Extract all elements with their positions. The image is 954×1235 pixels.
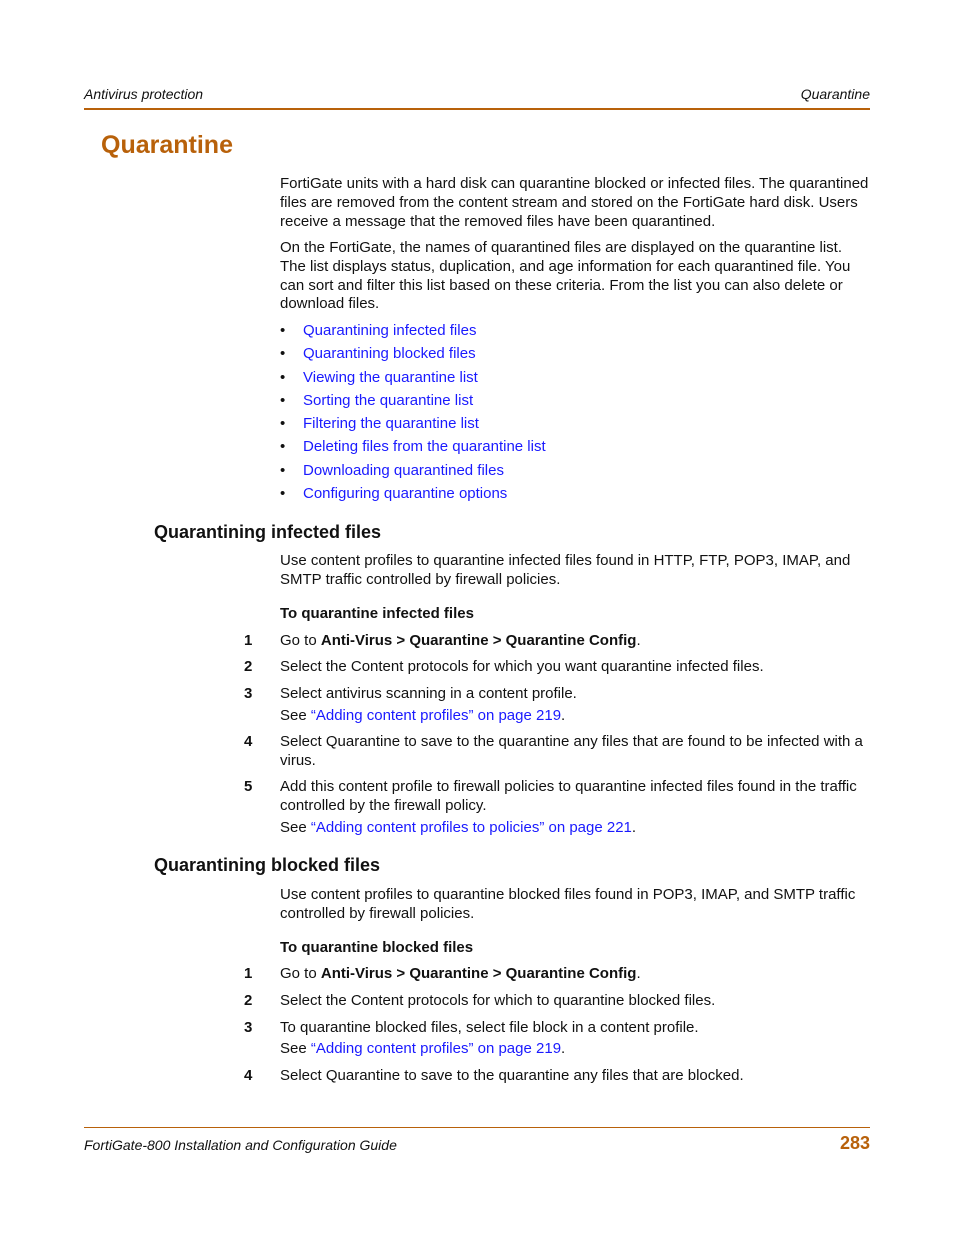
step-item: 4 Select Quarantine to save to the quara… — [244, 1067, 870, 1086]
toc-link-quarantining-blocked[interactable]: Quarantining blocked files — [303, 343, 476, 366]
see-label: See — [280, 818, 311, 836]
step-item: 1 Go to Anti-Virus > Quarantine > Quaran… — [244, 965, 870, 984]
step-number: 2 — [244, 992, 253, 1009]
step-punct: . — [561, 1039, 566, 1057]
procedure-heading-infected: To quarantine infected files — [280, 605, 474, 622]
step-text: Select Quarantine to save to the quarant… — [280, 733, 863, 769]
step-text: Select Quarantine to save to the quarant… — [280, 1067, 744, 1084]
step-number: 1 — [244, 965, 253, 982]
xref-link-adding-content-profiles[interactable]: “Adding content profiles” on page 219 — [311, 1040, 561, 1057]
step-punct: . — [636, 632, 641, 649]
bullet-icon: • — [280, 415, 286, 433]
bullet-icon: • — [280, 322, 286, 339]
step-punct: . — [631, 818, 637, 836]
toc-item: • Deleting files from the quarantine list — [280, 436, 546, 459]
toc-item: • Quarantining blocked files — [280, 343, 546, 366]
header-rule — [84, 108, 870, 110]
step-number: 2 — [244, 658, 253, 675]
step-number: 5 — [244, 778, 253, 795]
footer-rule — [84, 1127, 870, 1128]
toc-link-quarantining-infected[interactable]: Quarantining infected files — [303, 320, 476, 343]
procedure-heading-blocked: To quarantine blocked files — [280, 939, 474, 956]
menu-path: Anti-Virus > Quarantine > Quarantine Con… — [320, 632, 637, 649]
toc-item: • Downloading quarantined files — [280, 460, 546, 483]
page-title: Quarantine — [101, 131, 233, 159]
step-item: 3 Select antivirus scanning in a content… — [244, 685, 870, 726]
step-text: Select the Content protocols for which t… — [280, 992, 716, 1009]
step-item: 3 To quarantine blocked files, select fi… — [244, 1019, 870, 1059]
section-heading-blocked: Quarantining blocked files — [154, 855, 381, 875]
step-item: 2 Select the Content protocols for which… — [244, 992, 870, 1011]
toc-item: • Configuring quarantine options — [280, 483, 546, 506]
toc-item: • Sorting the quarantine list — [280, 390, 546, 413]
toc-item: • Quarantining infected files — [280, 320, 546, 343]
step-text: Go to — [280, 632, 321, 649]
toc-item: • Filtering the quarantine list — [280, 413, 546, 436]
menu-path: Anti-Virus > Quarantine > Quarantine Con… — [320, 965, 637, 982]
step-punct: . — [561, 706, 566, 724]
section-heading-infected: Quarantining infected files — [154, 522, 382, 542]
toc-link-configuring-options[interactable]: Configuring quarantine options — [303, 483, 507, 506]
toc-item: • Viewing the quarantine list — [280, 367, 546, 390]
intro-paragraph-2: On the FortiGate, the names of quarantin… — [280, 239, 851, 313]
bullet-icon: • — [280, 345, 286, 363]
toc-link-filtering-list[interactable]: Filtering the quarantine list — [303, 413, 479, 436]
step-number: 4 — [244, 1067, 253, 1084]
running-header-chapter: Antivirus protection — [84, 86, 204, 102]
see-label: See — [280, 706, 311, 724]
section-blocked-paragraph: Use content profiles to quarantine block… — [280, 886, 856, 922]
step-item: 2 Select the Content protocols for which… — [244, 658, 870, 677]
xref-link-adding-profiles-to-policies[interactable]: “Adding content profiles to policies” on… — [311, 819, 632, 836]
toc-link-sorting-list[interactable]: Sorting the quarantine list — [303, 390, 473, 413]
intro-paragraph-1: FortiGate units with a hard disk can qua… — [280, 175, 869, 230]
running-header-section: Quarantine — [800, 86, 870, 102]
step-number: 1 — [244, 632, 253, 649]
step-text: Add this content profile to firewall pol… — [280, 778, 857, 814]
step-item: 1 Go to Anti-Virus > Quarantine > Quaran… — [244, 632, 870, 651]
step-number: 3 — [244, 685, 253, 702]
step-number: 4 — [244, 733, 253, 750]
bullet-icon: • — [280, 438, 286, 456]
step-punct: . — [636, 965, 641, 982]
step-text: Select antivirus scanning in a content p… — [280, 685, 577, 702]
footer-guide-title: FortiGate-800 Installation and Configura… — [84, 1137, 397, 1153]
page-number: 283 — [839, 1133, 870, 1153]
bullet-icon: • — [280, 368, 286, 386]
toc-list: • Quarantining infected files • Quarantini… — [280, 320, 546, 506]
see-label: See — [280, 1039, 311, 1057]
step-item: 4 Select Quarantine to save to the quara… — [244, 733, 870, 771]
step-item: 5 Add this content profile to firewall p… — [244, 778, 870, 837]
bullet-icon: • — [280, 391, 286, 409]
xref-link-adding-content-profiles[interactable]: “Adding content profiles” on page 219 — [311, 707, 561, 724]
step-number: 3 — [244, 1019, 253, 1036]
section-infected-paragraph: Use content profiles to quarantine infec… — [280, 552, 851, 588]
bullet-icon: • — [280, 461, 286, 479]
bullet-icon: • — [280, 485, 286, 503]
toc-link-deleting-files[interactable]: Deleting files from the quarantine list — [303, 436, 546, 459]
step-text: Select the Content protocols for which y… — [280, 658, 764, 675]
toc-link-downloading-files[interactable]: Downloading quarantined files — [303, 460, 504, 483]
toc-link-viewing-list[interactable]: Viewing the quarantine list — [303, 367, 478, 390]
step-text: Go to — [280, 965, 321, 982]
step-text: To quarantine blocked files, select file… — [280, 1019, 699, 1036]
